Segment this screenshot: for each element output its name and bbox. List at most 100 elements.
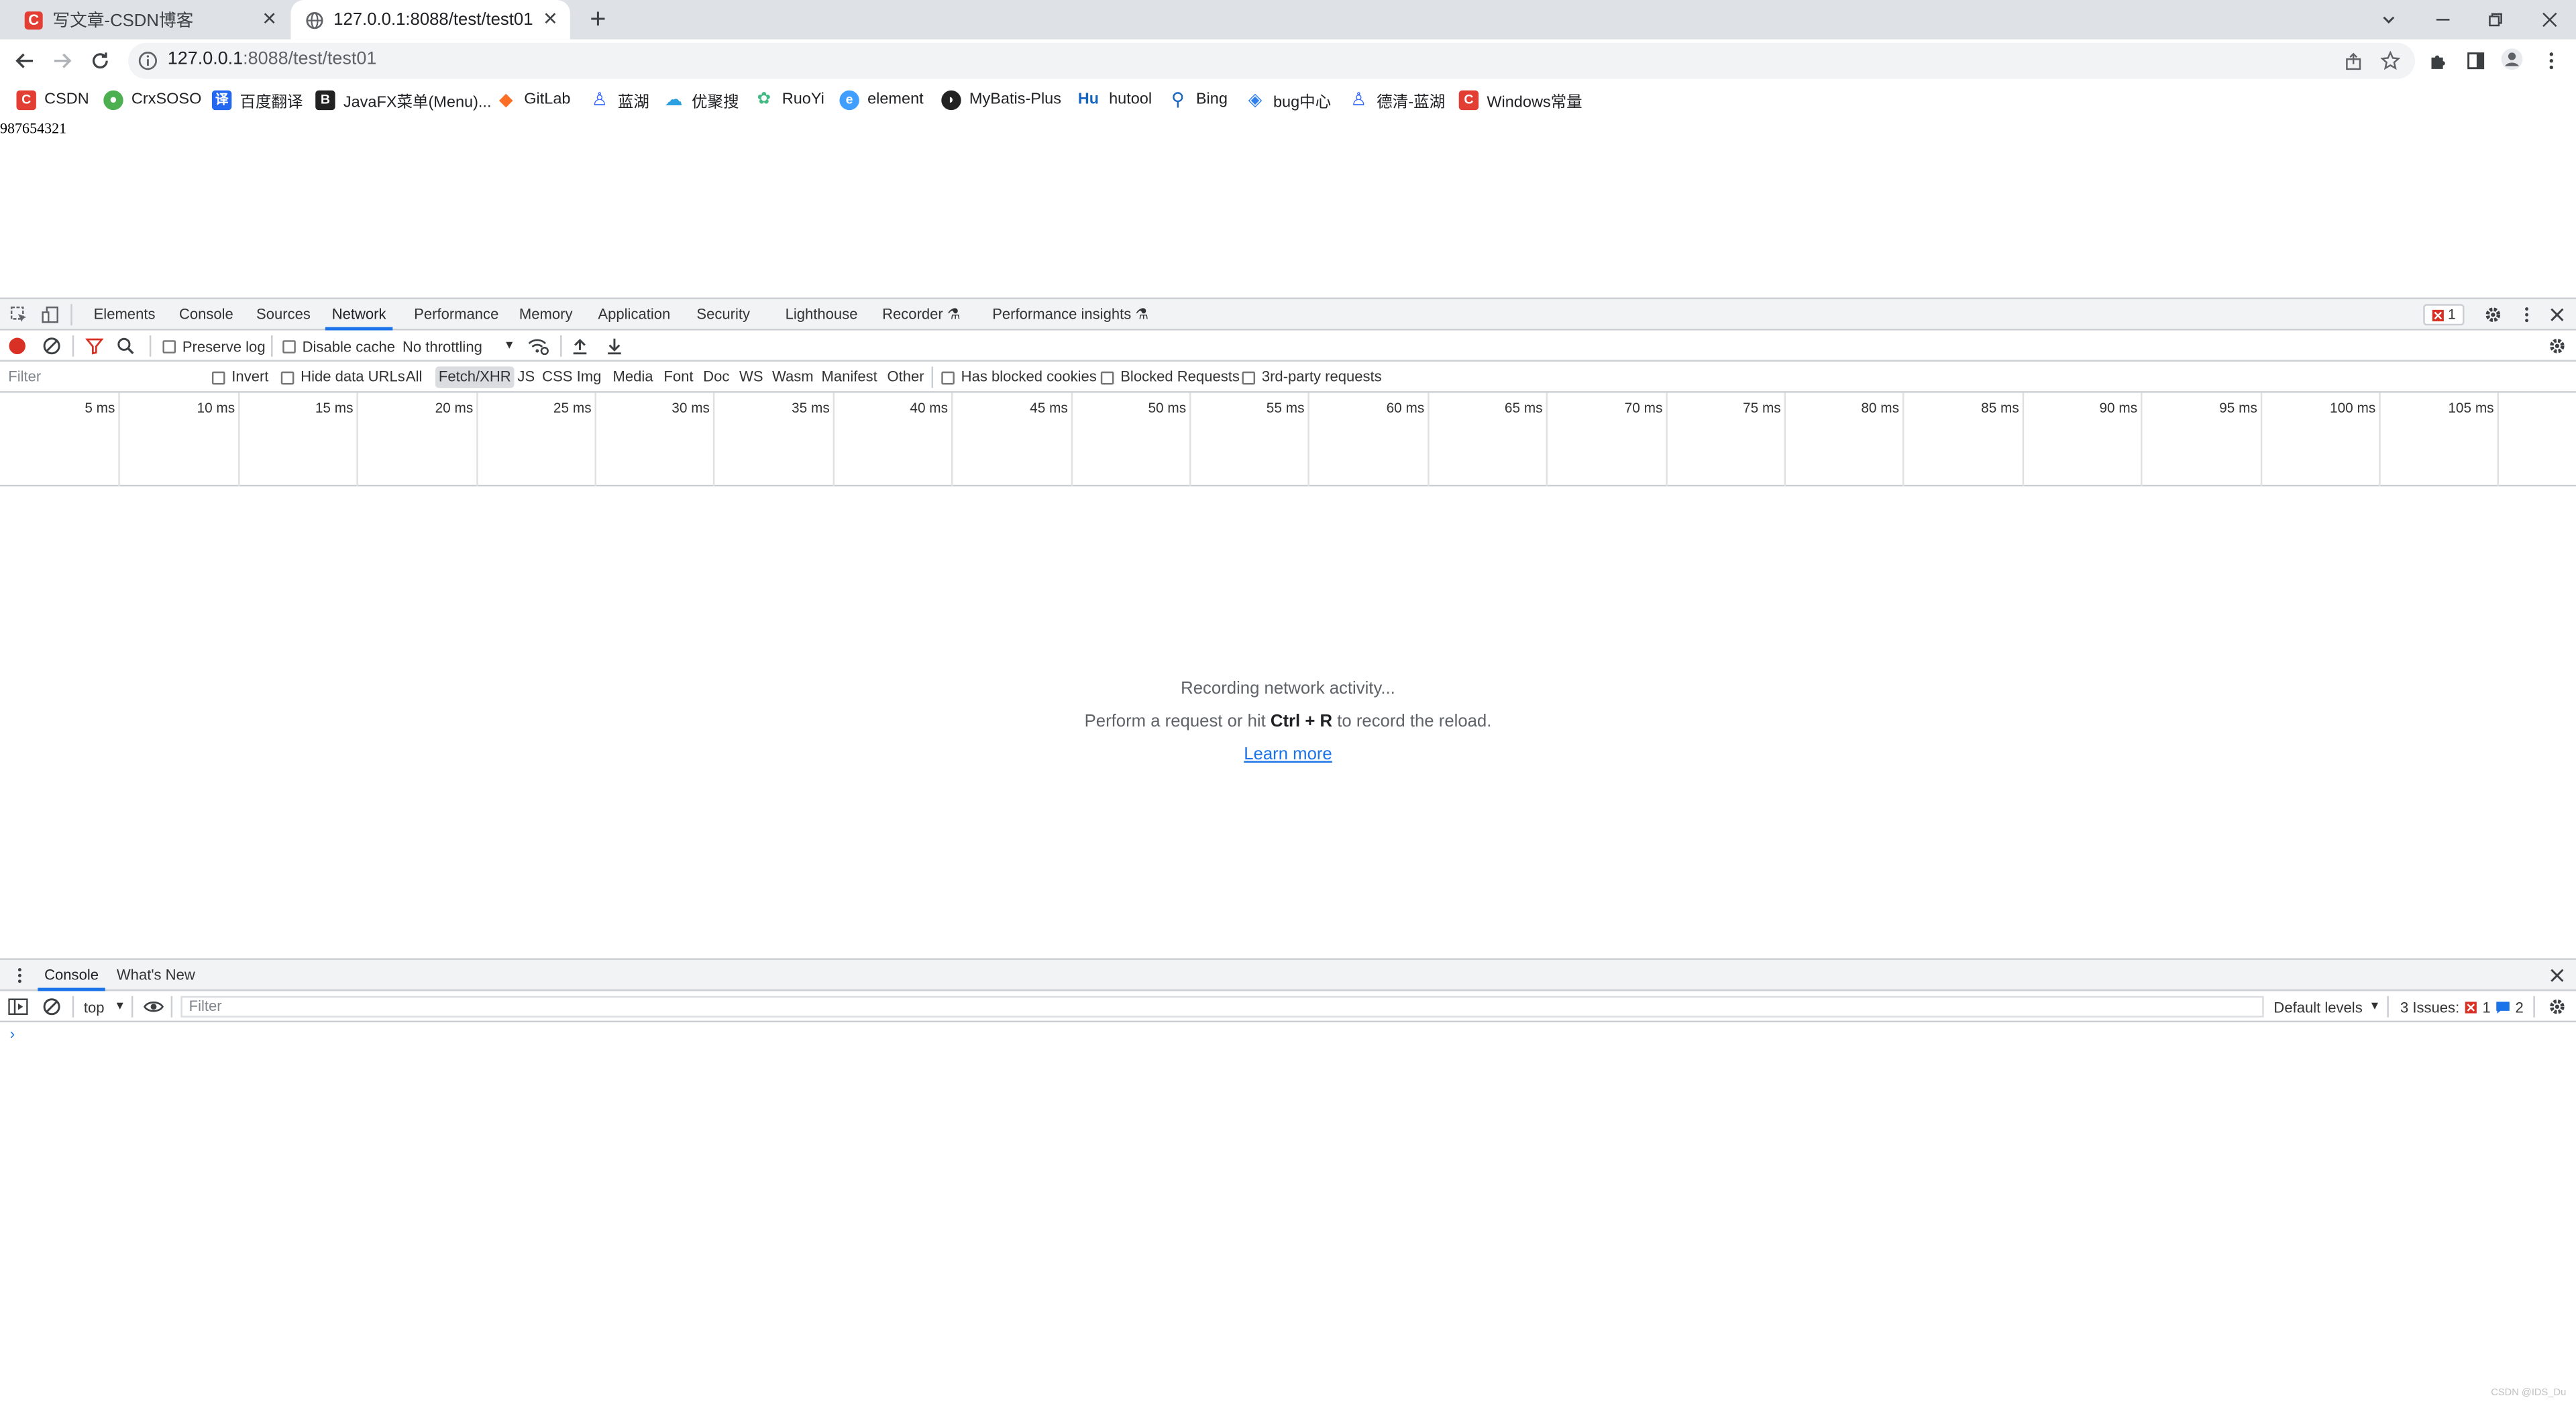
- has-blocked-cookies-checkbox[interactable]: Has blocked cookies: [941, 366, 1097, 388]
- console-prompt[interactable]: ›: [10, 1026, 15, 1042]
- close-icon[interactable]: ✕: [260, 10, 279, 30]
- drawer-tab-console[interactable]: Console: [38, 960, 105, 991]
- more-options-icon[interactable]: [2515, 304, 2536, 325]
- throttling-select[interactable]: No throttling ▼: [402, 335, 515, 357]
- bookmark-item[interactable]: ⚲ Bing: [1168, 87, 1228, 112]
- bookmark-item[interactable]: Hu hutool: [1076, 87, 1152, 112]
- tab-performance[interactable]: Performance: [414, 299, 498, 331]
- extensions-icon[interactable]: [2426, 50, 2449, 72]
- address-bar[interactable]: 127.0.0.1:8088/test/test01: [128, 42, 2416, 79]
- inspect-element-icon[interactable]: [8, 304, 30, 325]
- tab-elements[interactable]: Elements: [94, 299, 156, 331]
- minimize-icon[interactable]: [2416, 0, 2469, 40]
- bookmark-item[interactable]: ◈ bug中心: [1245, 87, 1332, 112]
- side-panel-icon[interactable]: [2464, 50, 2487, 72]
- bookmark-item[interactable]: C Windows常量: [1458, 87, 1582, 112]
- tab-network[interactable]: Network: [325, 299, 393, 331]
- profile-avatar-icon[interactable]: [2500, 48, 2523, 70]
- new-tab-button[interactable]: +: [583, 4, 612, 34]
- bookmark-item[interactable]: 译百度翻译: [211, 87, 303, 112]
- checkbox[interactable]: [211, 370, 225, 384]
- close-icon[interactable]: ✕: [541, 10, 560, 30]
- bookmark-item[interactable]: ● CrxSOSO: [103, 87, 201, 112]
- bookmark-star-icon[interactable]: [2379, 50, 2402, 72]
- console-settings-gear-icon[interactable]: [2548, 996, 2566, 1018]
- bookmark-item[interactable]: ◆ GitLab: [496, 87, 571, 112]
- console-issues-button[interactable]: 3 Issues: 1 2: [2400, 996, 2524, 1018]
- browser-tab-csdn[interactable]: C 写文章-CSDN博客 ✕: [13, 0, 289, 40]
- bookmark-item[interactable]: ♙ 德清-蓝湖: [1349, 87, 1445, 112]
- settings-gear-icon[interactable]: [2482, 304, 2504, 325]
- export-har-icon[interactable]: [606, 335, 623, 357]
- checkbox[interactable]: [282, 339, 296, 353]
- share-icon[interactable]: [2341, 50, 2364, 72]
- log-levels-select[interactable]: Default levels ▼: [2273, 996, 2380, 1018]
- network-conditions-icon[interactable]: [527, 335, 549, 357]
- browser-tab-active[interactable]: 127.0.0.1:8088/test/test01 ✕: [290, 0, 570, 40]
- bookmark-item[interactable]: B JavaFX菜单(Menu)...: [315, 87, 492, 112]
- tab-console[interactable]: Console: [179, 299, 233, 331]
- network-settings-gear-icon[interactable]: [2548, 335, 2566, 357]
- tab-memory[interactable]: Memory: [519, 299, 573, 331]
- drawer-tab-whats-new[interactable]: What's New: [117, 960, 195, 991]
- tab-security[interactable]: Security: [696, 299, 750, 331]
- restore-icon[interactable]: [2469, 0, 2522, 40]
- drawer-menu-icon[interactable]: [8, 965, 30, 986]
- bookmark-item[interactable]: ◗ MyBatis-Plus: [941, 87, 1061, 112]
- filter-type-wasm[interactable]: Wasm: [772, 366, 814, 388]
- tab-recorder[interactable]: Recorder ⚗: [882, 299, 961, 331]
- filter-type-media[interactable]: Media: [612, 366, 653, 388]
- invert-checkbox[interactable]: Invert: [211, 366, 268, 388]
- device-toolbar-icon[interactable]: [40, 304, 61, 325]
- filter-type-manifest[interactable]: Manifest: [822, 366, 877, 388]
- checkbox[interactable]: [162, 339, 176, 353]
- reload-icon[interactable]: [85, 46, 115, 76]
- drawer-close-icon[interactable]: [2546, 965, 2568, 986]
- filter-type-js[interactable]: JS: [517, 366, 535, 388]
- filter-type-css[interactable]: CSS: [542, 366, 572, 388]
- tab-performance-insights[interactable]: Performance insights ⚗: [992, 299, 1148, 331]
- checkbox[interactable]: [280, 370, 294, 384]
- network-timeline-overview[interactable]: 5 ms 10 ms 15 ms 20 ms 25 ms 30 ms 35 ms 40 ms 4…: [0, 392, 2576, 487]
- issues-error-badge[interactable]: 1: [2423, 304, 2464, 326]
- record-icon[interactable]: [8, 335, 26, 357]
- filter-type-doc[interactable]: Doc: [703, 366, 729, 388]
- browser-menu-icon[interactable]: [2540, 50, 2563, 72]
- hide-data-urls-checkbox[interactable]: Hide data URLs: [280, 366, 405, 388]
- checkbox[interactable]: [1100, 370, 1114, 384]
- preserve-log-checkbox[interactable]: Preserve log: [162, 335, 266, 357]
- bookmark-item[interactable]: ✿ RuoYi: [754, 87, 824, 112]
- console-filter-input[interactable]: Filter: [180, 995, 2264, 1018]
- console-sidebar-icon[interactable]: [8, 996, 28, 1018]
- bookmark-item[interactable]: ♙ 蓝湖: [590, 87, 649, 112]
- tab-lighthouse[interactable]: Lighthouse: [786, 299, 858, 331]
- checkbox[interactable]: [941, 370, 955, 384]
- tab-application[interactable]: Application: [598, 299, 670, 331]
- clear-icon[interactable]: [43, 335, 61, 357]
- checkbox[interactable]: [1242, 370, 1256, 384]
- import-har-icon[interactable]: [572, 335, 588, 357]
- filter-type-all[interactable]: All: [406, 366, 423, 388]
- tab-search-icon[interactable]: [2363, 0, 2415, 40]
- learn-more-link[interactable]: Learn more: [0, 745, 2576, 764]
- filter-type-ws[interactable]: WS: [739, 366, 763, 388]
- filter-type-img[interactable]: Img: [577, 366, 602, 388]
- console-clear-icon[interactable]: [43, 996, 61, 1018]
- bookmark-item[interactable]: e element: [839, 87, 924, 112]
- third-party-requests-checkbox[interactable]: 3rd-party requests: [1242, 366, 1382, 388]
- forward-icon[interactable]: [48, 46, 77, 76]
- filter-funnel-icon[interactable]: [85, 335, 104, 357]
- context-select[interactable]: top ▼: [84, 996, 125, 1018]
- disable-cache-checkbox[interactable]: Disable cache: [282, 335, 395, 357]
- filter-type-other[interactable]: Other: [887, 366, 924, 388]
- site-info-icon[interactable]: [138, 51, 158, 70]
- live-expression-eye-icon[interactable]: [143, 996, 164, 1018]
- blocked-requests-checkbox[interactable]: Blocked Requests: [1100, 366, 1240, 388]
- filter-type-font[interactable]: Font: [663, 366, 693, 388]
- search-icon[interactable]: [117, 335, 135, 357]
- bookmark-item[interactable]: C CSDN: [16, 87, 89, 112]
- filter-input[interactable]: Filter: [3, 366, 197, 388]
- devtools-close-icon[interactable]: [2546, 304, 2568, 325]
- filter-type-fetch-xhr[interactable]: Fetch/XHR: [435, 366, 515, 388]
- tab-sources[interactable]: Sources: [256, 299, 311, 331]
